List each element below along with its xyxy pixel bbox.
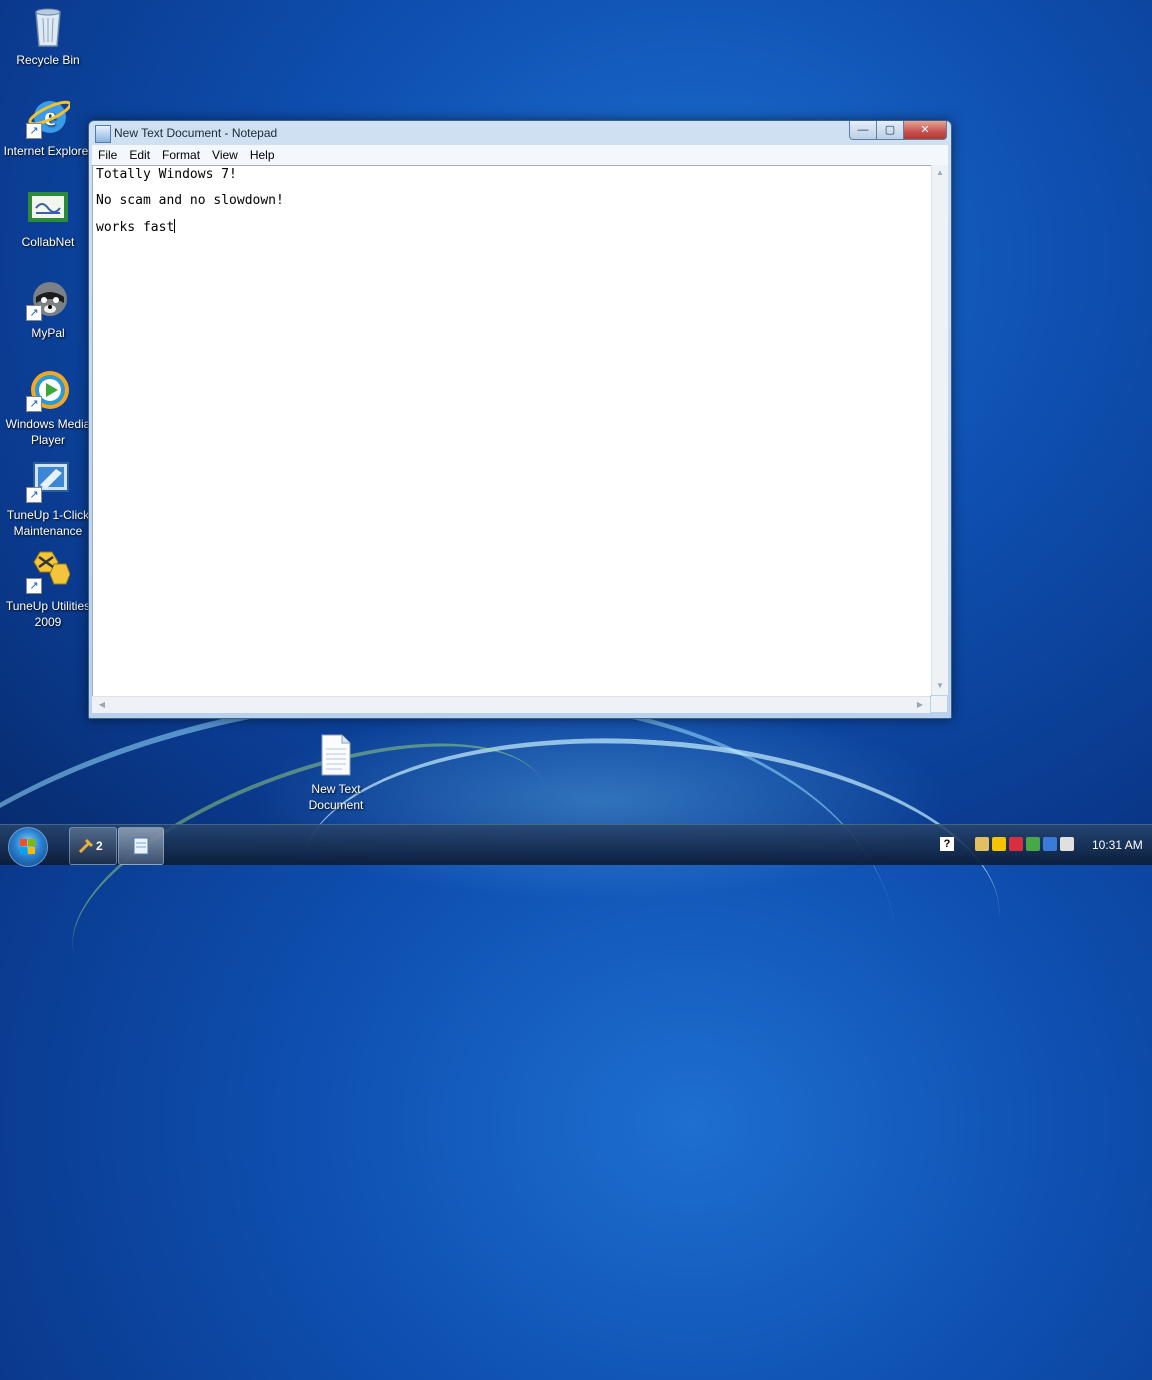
- desktop-icon-label: CollabNet: [21, 235, 75, 249]
- notepad-window[interactable]: New Text Document - Notepad — ▢ ✕ File Ed…: [88, 120, 952, 719]
- scroll-down-icon[interactable]: ▼: [932, 681, 948, 690]
- sync-icon[interactable]: [1026, 836, 1040, 851]
- start-button[interactable]: [8, 827, 48, 867]
- desktop-icon-label: TuneUp Utilities 2009: [5, 599, 91, 629]
- text-line-current: works fast: [96, 219, 176, 235]
- desktop-icon-collabnet[interactable]: CollabNet: [1, 186, 95, 250]
- desktop-icon-label: Internet Explorer: [3, 144, 93, 158]
- shortcut-arrow-icon: ↗: [26, 123, 42, 139]
- windows-logo-icon: [20, 839, 36, 855]
- menu-file[interactable]: File: [92, 145, 123, 165]
- scroll-up-icon[interactable]: ▲: [932, 168, 948, 177]
- text-caret: [174, 219, 176, 233]
- scroll-left-icon[interactable]: ◀: [94, 700, 110, 709]
- desktop-icon-label: TuneUp 1-Click Maintenance: [6, 508, 90, 538]
- clock[interactable]: 10:31 AM: [1092, 838, 1143, 852]
- menu-bar: File Edit Format View Help: [92, 145, 948, 165]
- menu-edit[interactable]: Edit: [123, 145, 156, 165]
- resize-grip-icon[interactable]: [931, 696, 947, 712]
- desktop-icon-label: New Text Document: [308, 782, 364, 812]
- shortcut-arrow-icon: ↗: [26, 578, 42, 594]
- mypal-icon: ↗: [26, 277, 70, 321]
- tuneup-utilities-icon: ↗: [26, 550, 71, 594]
- desktop-icon-mypal[interactable]: ↗ MyPal: [1, 277, 95, 341]
- taskbar: 2 ? 10:31 AM: [0, 824, 1152, 867]
- security-shield-icon[interactable]: [992, 836, 1006, 851]
- text-line: Totally Windows 7!: [96, 167, 237, 182]
- recycle-bin-icon: [26, 4, 70, 48]
- text-document-icon: [314, 733, 358, 777]
- desktop-icon-new-text-document[interactable]: New Text Document: [289, 733, 383, 813]
- system-tray: [975, 835, 1077, 855]
- text-line: works fast: [96, 220, 175, 235]
- tool-icon: [78, 838, 94, 854]
- maximize-button[interactable]: ▢: [876, 121, 904, 140]
- menu-format[interactable]: Format: [156, 145, 206, 165]
- text-editor[interactable]: Totally Windows 7! No scam and no slowdo…: [92, 165, 932, 697]
- desktop-icon-tuneup-maintenance[interactable]: ↗ TuneUp 1-Click Maintenance: [1, 459, 95, 539]
- scroll-right-icon[interactable]: ▶: [912, 700, 928, 709]
- shortcut-arrow-icon: ↗: [26, 396, 42, 412]
- horizontal-scrollbar[interactable]: ◀ ▶: [92, 696, 930, 713]
- notepad-icon: [133, 837, 149, 855]
- text-line: No scam and no slowdown!: [96, 193, 284, 208]
- taskbar-notepad-button[interactable]: [118, 827, 164, 865]
- desktop-icon-windows-media-player[interactable]: ↗ Windows Media Player: [1, 368, 95, 448]
- desktop-icon-internet-explorer[interactable]: e ↗ Internet Explorer: [1, 95, 95, 159]
- close-button[interactable]: ✕: [903, 121, 947, 140]
- notepad-icon: [95, 125, 111, 143]
- taskbar-group-button[interactable]: 2: [69, 827, 117, 865]
- group-count: 2: [96, 839, 103, 853]
- antivirus-icon[interactable]: [1009, 836, 1023, 851]
- internet-explorer-icon: e ↗: [26, 95, 72, 139]
- menu-view[interactable]: View: [206, 145, 244, 165]
- desktop-icon-recycle-bin[interactable]: Recycle Bin: [1, 4, 95, 68]
- volume-icon[interactable]: [1060, 836, 1074, 851]
- desktop-icon-tuneup-utilities[interactable]: ↗ TuneUp Utilities 2009: [1, 550, 95, 630]
- title-bar[interactable]: New Text Document - Notepad — ▢ ✕: [89, 121, 951, 145]
- window-title: New Text Document - Notepad: [114, 126, 278, 140]
- desktop-icon-label: Recycle Bin: [16, 53, 80, 67]
- shortcut-arrow-icon: ↗: [26, 305, 42, 321]
- desktop-icon-label: MyPal: [31, 326, 65, 340]
- network-icon[interactable]: [975, 836, 989, 851]
- desktop-icon-label: Windows Media Player: [5, 417, 91, 447]
- vertical-scrollbar[interactable]: ▲ ▼: [931, 165, 948, 695]
- menu-help[interactable]: Help: [244, 145, 281, 165]
- shortcut-arrow-icon: ↗: [26, 487, 42, 503]
- windows-media-player-icon: ↗: [26, 368, 70, 412]
- minimize-button[interactable]: —: [849, 121, 877, 140]
- collabnet-icon: [26, 186, 70, 230]
- tuneup-maintenance-icon: ↗: [26, 459, 70, 503]
- help-icon[interactable]: ?: [940, 837, 954, 851]
- display-icon[interactable]: [1043, 836, 1057, 851]
